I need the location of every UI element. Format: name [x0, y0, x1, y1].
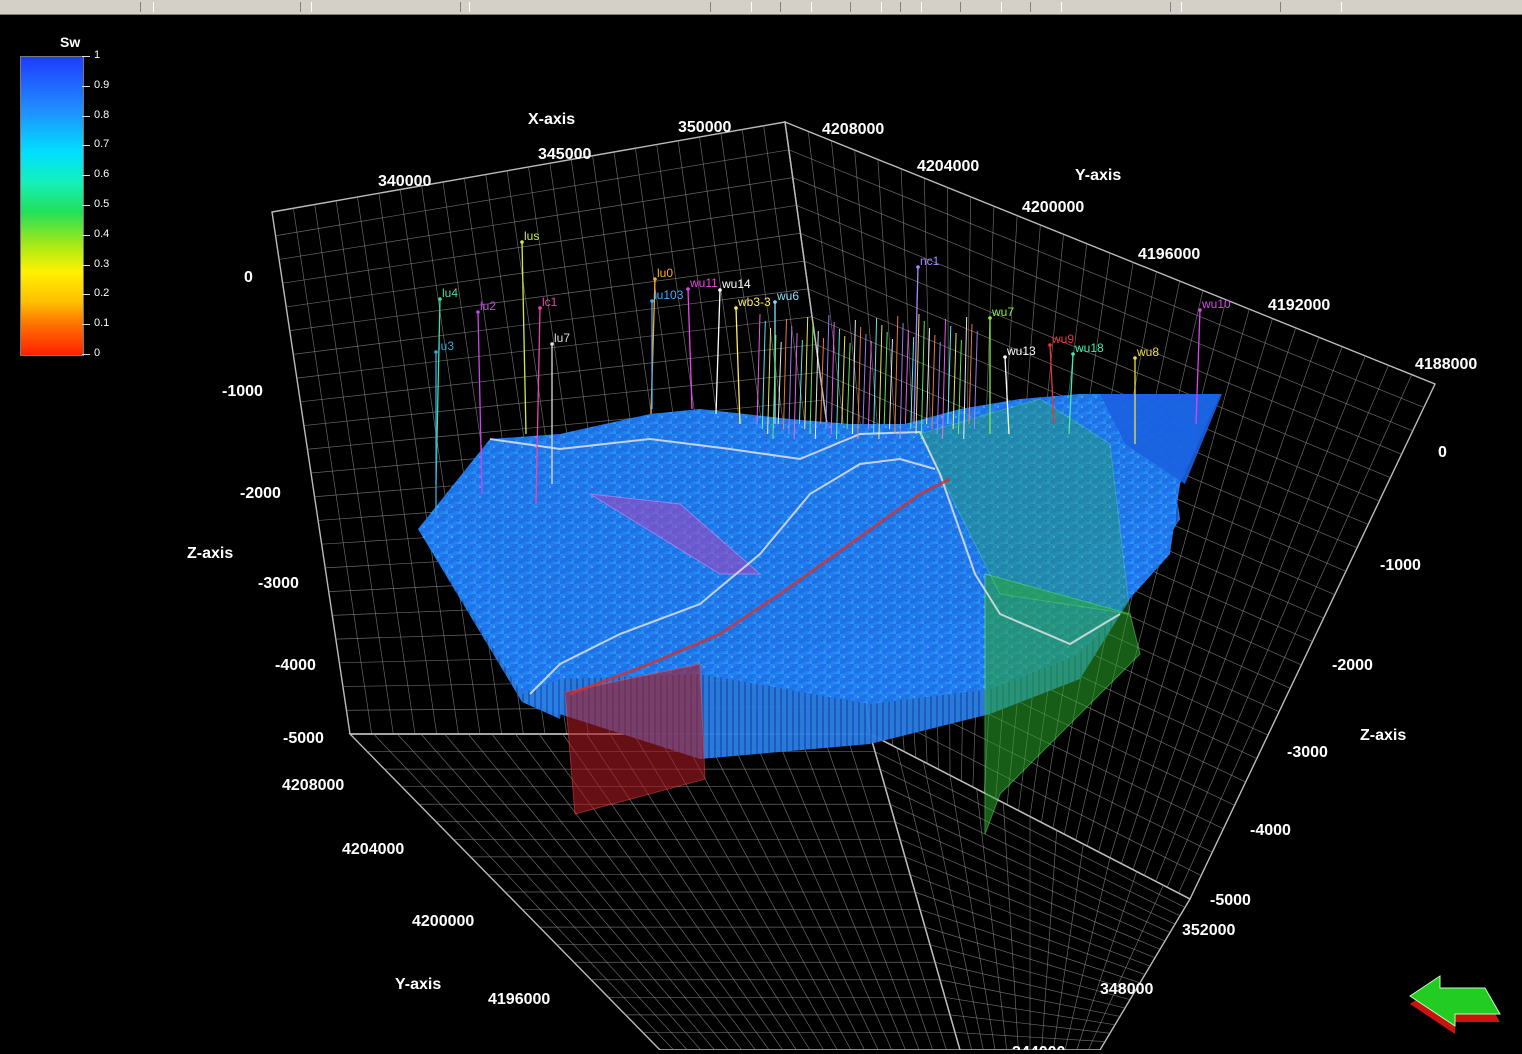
legend-tick [82, 234, 90, 236]
legend-tick [82, 115, 90, 117]
toolbar [0, 0, 1522, 15]
legend-tick [82, 145, 90, 147]
y-tick-label-bottom: 4204000 [342, 841, 404, 858]
grid-floor-right [868, 732, 1191, 1050]
legend-color-bar [20, 56, 84, 356]
toolbar-button[interactable] [300, 2, 312, 12]
well-lu103[interactable]: lu103 [650, 288, 684, 409]
legend-tick-label: 0.4 [94, 227, 110, 240]
toolbar-button[interactable] [780, 2, 812, 12]
z-tick-label-left: -5000 [283, 730, 324, 747]
x-tick-label-bottom: 352000 [1182, 922, 1235, 939]
well-label: wu13 [1006, 344, 1036, 358]
toolbar-button[interactable] [1170, 2, 1182, 12]
well-label: wu7 [991, 305, 1014, 319]
toolbar-button[interactable] [710, 2, 752, 12]
well-label: wu14 [721, 277, 751, 291]
well-label: wu11 [689, 276, 718, 290]
legend-tick-label: 0.6 [94, 168, 110, 181]
x-tick-label: 340000 [378, 173, 431, 190]
well-label: lc1 [542, 295, 558, 309]
z-tick-label-right: 0 [1438, 444, 1447, 461]
legend-tick-label: 0 [94, 347, 101, 359]
toolbar-button[interactable] [850, 2, 882, 12]
legend-tick-label: 0.2 [94, 287, 110, 300]
legend-tick-label: 0.7 [94, 138, 110, 151]
x-tick-label-bottom: 348000 [1100, 981, 1153, 998]
y-tick-label: 4192000 [1268, 297, 1330, 314]
legend-tick [82, 56, 90, 57]
well-label: wu10 [1201, 297, 1231, 311]
well-label: wu9 [1051, 332, 1074, 346]
toolbar-field[interactable] [1280, 2, 1342, 12]
y-tick-label-bottom: 4196000 [488, 991, 550, 1008]
x-tick-label: 350000 [678, 119, 731, 136]
well-label: wu18 [1074, 341, 1104, 355]
legend-tick [82, 175, 90, 177]
orientation-arrow-icon[interactable] [1400, 974, 1510, 1054]
z-tick-label-left: -3000 [258, 575, 299, 592]
z-axis-title-right: Z-axis [1360, 727, 1406, 744]
well-label: lu4 [442, 286, 458, 300]
y-tick-label-bottom: 4200000 [412, 913, 474, 930]
toolbar-button[interactable] [960, 2, 1002, 12]
toolbar-button[interactable] [460, 2, 470, 12]
legend-title: Sw [60, 34, 81, 50]
well-label: lu103 [654, 288, 684, 302]
y-tick-label-bottom: 4208000 [282, 777, 344, 794]
legend-tick-label: 0.9 [94, 78, 110, 91]
y-tick-label: 4196000 [1138, 246, 1200, 263]
sw-color-legend: Sw 1 0.9 0.8 0.7 0.6 0.5 0.4 0.3 0.2 0.1 0 [18, 34, 118, 364]
3d-viewport[interactable]: lu4 lu3 lu2 lc1 lu7 lus lu0 lu103 wu11 wu14 wu6 wb3… [0, 14, 1522, 1050]
z-tick-label-right: -2000 [1332, 657, 1373, 674]
legend-tick [82, 85, 90, 87]
z-tick-label-left: -1000 [222, 383, 263, 400]
legend-tick [82, 205, 90, 206]
legend-tick-label: 0.1 [94, 317, 110, 330]
legend-tick [82, 354, 90, 355]
well-label: wu8 [1136, 345, 1159, 359]
x-tick-label-bottom: 344000 [1012, 1044, 1065, 1050]
well-label: nc1 [920, 254, 940, 268]
well-label: lu0 [657, 266, 673, 280]
z-tick-label-right: -1000 [1380, 557, 1421, 574]
z-tick-label-right: -3000 [1287, 744, 1328, 761]
z-tick-label-right: -4000 [1250, 822, 1291, 839]
z-axis-title-left: Z-axis [187, 545, 233, 562]
z-tick-label-left: -4000 [275, 657, 316, 674]
z-tick-label-left: 0 [244, 269, 253, 286]
y-axis-title-top: Y-axis [1075, 167, 1121, 184]
well-label: lus [524, 229, 539, 243]
toolbar-button[interactable] [140, 2, 154, 12]
y-tick-label: 4208000 [822, 121, 884, 138]
well-label: lu7 [554, 331, 570, 345]
legend-tick [82, 294, 90, 296]
x-tick-label: 345000 [538, 146, 591, 163]
y-tick-label: 4200000 [1022, 199, 1084, 216]
well-label: wu6 [776, 289, 799, 303]
legend-tick-label: 0.3 [94, 257, 110, 270]
x-axis-title: X-axis [528, 111, 575, 128]
well-label: lu2 [480, 299, 496, 313]
y-axis-title-bottom: Y-axis [395, 976, 441, 993]
legend-tick [82, 324, 90, 326]
legend-tick-label: 1 [94, 49, 101, 61]
well-label: wb3-3 [737, 295, 771, 309]
y-tick-label: 4188000 [1415, 356, 1477, 373]
toolbar-button[interactable] [900, 2, 922, 12]
toolbar-button[interactable] [1030, 2, 1062, 12]
well-label: lu3 [438, 339, 454, 353]
legend-tick [82, 264, 90, 266]
legend-tick-label: 0.5 [94, 198, 110, 210]
y-tick-label: 4204000 [917, 158, 979, 175]
z-tick-label-left: -2000 [240, 485, 281, 502]
z-tick-label-right: -5000 [1210, 892, 1251, 909]
3d-scene[interactable]: lu4 lu3 lu2 lc1 lu7 lus lu0 lu103 wu11 wu14 wu6 wb3… [0, 14, 1522, 1050]
legend-tick-label: 0.8 [94, 108, 110, 121]
